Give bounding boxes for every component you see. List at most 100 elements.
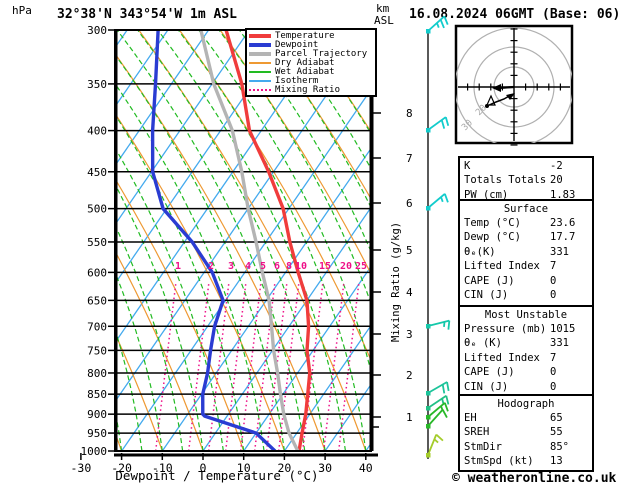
surface-row-cin: CIN (J) 0 [464, 288, 588, 302]
legend-label: Isotherm [275, 75, 319, 86]
pressure-tick-label: 500 [87, 203, 107, 216]
grid-line [441, 398, 445, 404]
row-value: 20 [550, 174, 563, 187]
row-value: 85° [550, 440, 569, 453]
pressure-tick-label: 450 [87, 166, 107, 179]
pressure-tick-label: 800 [87, 367, 107, 380]
index-row-k: K -2 [464, 159, 588, 173]
temp-tick-label: 40 [359, 461, 373, 475]
surface-panel: Surface Temp (°C) 23.6 Dewp (°C) 17.7 θₑ(K… [458, 199, 594, 309]
legend-label: Parcel Trajectory [275, 48, 368, 59]
grid-line [427, 434, 438, 456]
grid-line [444, 193, 449, 203]
legend-item-dewpoint: Dewpoint [249, 39, 373, 50]
pressure-tick-label: 950 [87, 427, 107, 440]
wet-adiabat-line [115, 183, 204, 451]
grid-line [444, 116, 450, 126]
mixing-ratio-value-label: 1 [175, 261, 181, 272]
index-row-totals: Totals Totals 20 [464, 173, 588, 187]
row-value: 55 [550, 426, 563, 439]
row-value: 331 [550, 245, 569, 258]
temp-tick-label: -20 [111, 461, 132, 475]
row-label: Dewp (°C) [464, 231, 521, 244]
mixing-ratio-value-label: 20 [340, 261, 352, 272]
mixing-ratio-line [253, 282, 276, 451]
surface-row-li: Lifted Index 7 [464, 259, 588, 273]
pressure-tick-label: 400 [87, 125, 107, 138]
row-label: K [464, 160, 471, 172]
row-label: EH [464, 412, 477, 424]
row-value: 0 [550, 288, 557, 301]
km-tick-label: 5 [406, 244, 413, 257]
row-value: 7 [550, 351, 557, 364]
row-label: θₑ(K) [464, 245, 496, 258]
wind-barb [426, 15, 449, 34]
surface-row-thetae: θₑ(K) 331 [464, 245, 588, 259]
mixing-ratio-line-swatch [249, 88, 271, 91]
wet-adiabat-line [0, 31, 101, 451]
mixing-ratio-value-label: 5 [260, 261, 266, 272]
temp-tick-label: 20 [277, 461, 291, 475]
mu-row-pressure: Pressure (mb) 1015 [464, 322, 588, 336]
wind-barb [426, 193, 449, 211]
row-value: -2 [550, 160, 563, 172]
legend-item-temperature: Temperature [249, 30, 373, 41]
pressure-tick-label: 650 [87, 294, 107, 307]
row-label: CAPE (J) [464, 366, 515, 379]
legend-label: Temperature [275, 30, 335, 41]
wind-barb [426, 116, 450, 133]
grid-line [440, 119, 446, 129]
row-label: SREH [464, 426, 490, 439]
surface-row-temp: Temp (°C) 23.6 [464, 216, 588, 230]
row-value: 17.7 [550, 231, 576, 244]
legend-label: Wet Adiabat [275, 66, 335, 77]
parcel-line-swatch [249, 51, 271, 56]
temp-tick-label: 0 [200, 461, 207, 475]
dry-adiabat-line [0, 31, 81, 451]
km-tick-label: 8 [406, 107, 413, 120]
surface-row-dewp: Dewp (°C) 17.7 [464, 230, 588, 244]
wind-barb [426, 381, 450, 396]
row-label: θₑ (K) [464, 337, 502, 350]
storm-motion-arrow [498, 85, 515, 90]
isotherm-line [0, 30, 86, 451]
row-value: 331 [550, 337, 569, 350]
indices-panel: K -2 Totals Totals 20 PW (cm) 1.83 [458, 156, 594, 203]
wet-adiabat-line [0, 31, 20, 451]
legend-label: Dewpoint [275, 39, 319, 50]
temperature-line-swatch [249, 33, 271, 38]
wet-adiabat-line [0, 31, 61, 451]
mu-row-li: Lifted Index 7 [464, 351, 588, 365]
wet-adiabat-line [0, 31, 40, 451]
row-value: 13 [550, 455, 563, 468]
wet-adiabat-line-swatch [249, 70, 271, 73]
mixing-ratio-line [301, 282, 324, 451]
grid-line [435, 433, 444, 442]
temp-tick-label: 30 [318, 461, 332, 475]
hodo-row-eh: EH 65 [464, 411, 588, 425]
mixing-ratio-value-label: 25 [355, 261, 367, 272]
row-value: 23.6 [550, 217, 576, 229]
wet-adiabat-line [606, 31, 629, 451]
grid-line [441, 409, 448, 419]
grid-line [447, 320, 451, 330]
skewt-app: 300 350 400 450 500 550 600 650 700 750 800 850 900 9… [0, 0, 629, 486]
pressure-tick-label: 550 [87, 236, 107, 249]
temp-tick-label: -10 [152, 461, 173, 475]
grid-line [440, 196, 444, 203]
isotherm-line [0, 30, 5, 451]
dewpoint-line-swatch [249, 42, 271, 47]
row-label: StmSpd (kt) [464, 455, 534, 468]
wet-adiabat-line [0, 31, 81, 451]
km-tick-label: 4 [406, 286, 413, 299]
isotherm-line-swatch [249, 79, 271, 82]
km-tick-label: 7 [406, 152, 413, 165]
mu-row-cin: CIN (J) 0 [464, 380, 588, 394]
row-label: Totals Totals [464, 174, 547, 187]
temp-tick-label: -30 [71, 461, 92, 475]
wet-adiabat-line [115, 327, 143, 451]
row-label: Temp (°C) [464, 217, 521, 229]
row-value: 0 [550, 274, 557, 287]
most-unstable-panel: Most Unstable Pressure (mb) 1015 θₑ (K) 33… [458, 305, 594, 398]
row-value: 65 [550, 412, 563, 424]
